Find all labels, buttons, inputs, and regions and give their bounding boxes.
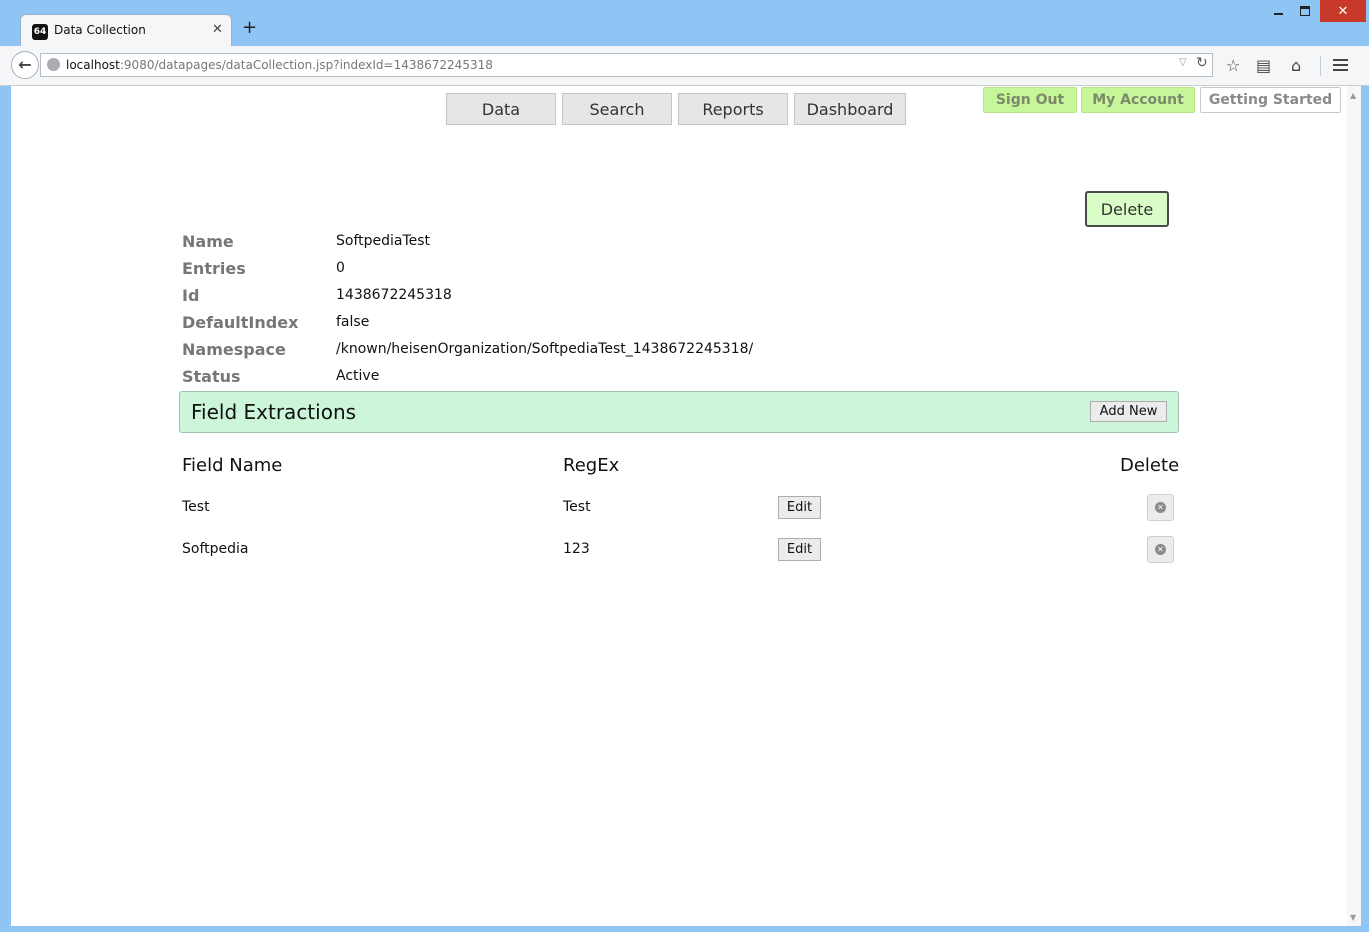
delete-row-button[interactable]: ✕ bbox=[1147, 494, 1174, 521]
remove-circle-icon: ✕ bbox=[1155, 544, 1166, 555]
name-value: SoftpediaTest bbox=[336, 233, 431, 249]
namespace-value: /known/heisenOrganization/SoftpediaTest_… bbox=[336, 341, 754, 357]
toolbar-divider bbox=[1320, 56, 1321, 76]
minimize-icon bbox=[1273, 13, 1283, 15]
close-window-button[interactable]: ✕ bbox=[1320, 0, 1366, 22]
sign-out-button[interactable]: Sign Out bbox=[983, 87, 1077, 113]
menu-icon[interactable] bbox=[1333, 59, 1348, 74]
entries-value: 0 bbox=[336, 260, 345, 276]
remove-circle-icon: ✕ bbox=[1155, 502, 1166, 513]
scroll-down-icon[interactable]: ▼ bbox=[1350, 913, 1356, 922]
minimize-button[interactable] bbox=[1265, 0, 1291, 22]
name-label: Name bbox=[182, 232, 234, 251]
arrow-left-icon: ← bbox=[18, 54, 32, 74]
namespace-label: Namespace bbox=[182, 340, 286, 359]
vertical-scrollbar[interactable]: ▲ ▼ bbox=[1347, 86, 1361, 926]
regex-cell: Test bbox=[563, 499, 591, 515]
back-button[interactable]: ← bbox=[11, 51, 39, 79]
address-bar[interactable]: localhost:9080/datapages/dataCollection.… bbox=[40, 53, 1213, 77]
add-new-button[interactable]: Add New bbox=[1090, 401, 1167, 422]
field-name-cell: Softpedia bbox=[182, 541, 249, 557]
column-header-regex: RegEx bbox=[563, 455, 620, 476]
column-header-field-name: Field Name bbox=[182, 455, 283, 476]
nav-data[interactable]: Data bbox=[446, 93, 556, 125]
field-extractions-title: Field Extractions bbox=[191, 400, 357, 424]
maximize-icon bbox=[1300, 6, 1310, 16]
dropdown-icon[interactable]: ▽ bbox=[1179, 57, 1187, 68]
window-frame-left bbox=[0, 86, 11, 932]
scroll-up-icon[interactable]: ▲ bbox=[1350, 91, 1356, 100]
delete-row-button[interactable]: ✕ bbox=[1147, 536, 1174, 563]
delete-collection-button[interactable]: Delete bbox=[1085, 191, 1169, 227]
browser-tab[interactable]: 64 Data Collection ✕ bbox=[20, 14, 232, 46]
browser-toolbar: ← localhost:9080/datapages/dataCollectio… bbox=[0, 46, 1369, 86]
regex-cell: 123 bbox=[563, 541, 590, 557]
default-index-value: false bbox=[336, 314, 370, 330]
window-frame-right bbox=[1361, 86, 1369, 932]
entries-label: Entries bbox=[182, 259, 246, 278]
url-text: localhost:9080/datapages/dataCollection.… bbox=[66, 58, 493, 72]
status-label: Status bbox=[182, 367, 241, 386]
nav-search[interactable]: Search bbox=[562, 93, 672, 125]
favicon-icon: 64 bbox=[32, 24, 48, 40]
reload-icon[interactable]: ↻ bbox=[1196, 55, 1208, 71]
globe-icon bbox=[47, 58, 60, 71]
field-name-cell: Test bbox=[182, 499, 210, 515]
bookmark-star-icon[interactable]: ☆ bbox=[1226, 56, 1240, 75]
getting-started-button[interactable]: Getting Started bbox=[1200, 87, 1341, 113]
window-frame-bottom bbox=[0, 926, 1369, 932]
new-tab-icon[interactable]: + bbox=[242, 19, 257, 37]
id-value: 1438672245318 bbox=[336, 287, 452, 303]
url-host: localhost bbox=[66, 58, 120, 72]
url-path: :9080/datapages/dataCollection.jsp?index… bbox=[119, 58, 493, 72]
column-header-delete: Delete bbox=[1120, 455, 1180, 476]
nav-reports[interactable]: Reports bbox=[678, 93, 788, 125]
close-icon: ✕ bbox=[1337, 3, 1349, 19]
my-account-button[interactable]: My Account bbox=[1081, 87, 1195, 113]
maximize-button[interactable] bbox=[1292, 0, 1318, 22]
edit-button[interactable]: Edit bbox=[778, 538, 821, 561]
tab-title: Data Collection bbox=[54, 23, 146, 37]
field-extractions-panel: Field Extractions Add New bbox=[179, 391, 1179, 433]
edit-button[interactable]: Edit bbox=[778, 496, 821, 519]
home-icon[interactable]: ⌂ bbox=[1291, 56, 1301, 75]
default-index-label: DefaultIndex bbox=[182, 313, 299, 332]
status-value: Active bbox=[336, 368, 380, 384]
tab-close-icon[interactable]: ✕ bbox=[212, 22, 223, 37]
nav-dashboard[interactable]: Dashboard bbox=[794, 93, 906, 125]
id-label: Id bbox=[182, 286, 200, 305]
reading-list-icon[interactable]: ▤ bbox=[1256, 56, 1271, 75]
